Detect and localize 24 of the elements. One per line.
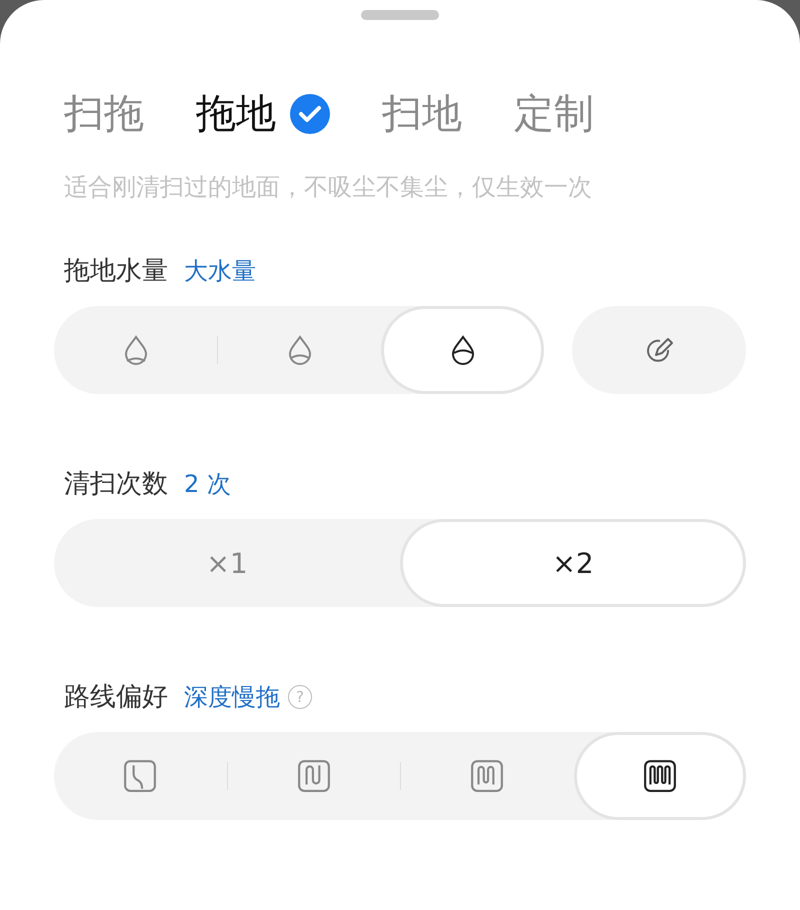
check-icon	[290, 94, 330, 134]
route-pattern-icon	[296, 759, 331, 793]
route-pattern-icon	[470, 759, 504, 793]
setting-value: 2 次	[184, 468, 231, 500]
setting-label: 拖地水量	[64, 255, 168, 288]
mode-tab[interactable]: 扫拖	[64, 86, 144, 141]
count-option[interactable]: ×1	[54, 519, 400, 607]
water-drop-icon	[286, 335, 312, 365]
setting-label: 清扫次数	[64, 468, 168, 501]
setting-value: 大水量	[184, 256, 256, 286]
drag-handle[interactable]	[361, 10, 439, 20]
setting-label: 路线偏好	[64, 681, 168, 714]
pen-icon	[644, 335, 674, 365]
mode-description: 适合刚清扫过的地面，不吸尘不集尘，仅生效一次	[63, 172, 593, 203]
water-drop-icon	[122, 335, 148, 365]
count-option[interactable]: ×2	[400, 519, 746, 607]
mode-tab[interactable]: 定制	[514, 86, 594, 141]
route-pattern-icon	[123, 759, 158, 793]
mode-tab[interactable]: 扫地	[382, 86, 462, 141]
mode-tab[interactable]: 拖地	[196, 86, 330, 141]
help-icon[interactable]: ?	[288, 684, 312, 708]
water-drop-icon	[450, 335, 476, 365]
route-pattern-icon	[642, 759, 677, 793]
setting-value: 深度慢拖	[184, 682, 280, 712]
